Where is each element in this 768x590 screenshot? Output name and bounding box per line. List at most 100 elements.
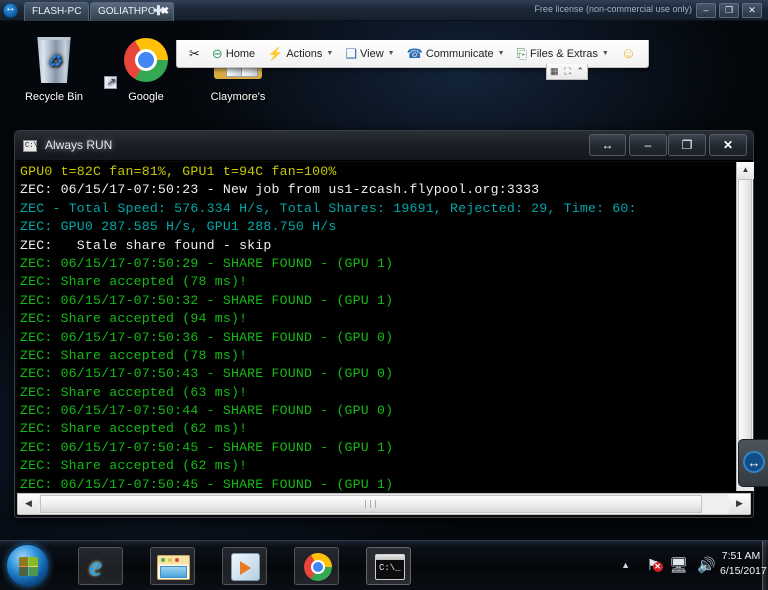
scroll-up-icon[interactable]: ▲ xyxy=(737,162,754,179)
tv-maximize-button[interactable]: ❐ xyxy=(719,3,739,18)
chevron-down-icon: ▼ xyxy=(387,50,395,57)
cmd-icon: C:\ xyxy=(23,140,38,152)
console-line: ZEC: 06/15/17-07:50:45 - SHARE FOUND - (… xyxy=(20,439,394,455)
console-line: ZEC: 06/15/17-07:50:36 - SHARE FOUND - (… xyxy=(20,329,394,345)
chevron-down-icon: ▼ xyxy=(601,50,609,57)
console-close-button[interactable]: ✕ xyxy=(709,134,747,156)
file-transfer-icon: ⎘ xyxy=(516,46,528,61)
display-icon[interactable]: 🖥 xyxy=(669,556,688,574)
screen-root: FLASH-PC GOLIATHPC ✖ ✚ Free license (non… xyxy=(0,0,768,590)
console-line: ZEC: 06/15/17-07:50:43 - SHARE FOUND - (… xyxy=(20,366,394,382)
console-line: ZEC: Share accepted (63 ms)! xyxy=(20,384,248,400)
tv-close-button[interactable]: ✕ xyxy=(742,3,762,18)
tv-communicate-menu[interactable]: ☎ Communicate ▼ xyxy=(401,42,511,66)
taskbar-command-prompt[interactable] xyxy=(366,547,411,585)
console-line: ZEC: 06/15/17-07:50:23 - New job from us… xyxy=(20,182,540,198)
tray-expand-icon[interactable]: ▲ xyxy=(621,560,630,570)
console-line: GPU0 t=82C fan=81%, GPU1 t=94C fan=100% xyxy=(20,164,337,179)
scroll-right-icon[interactable]: ▶ xyxy=(729,494,750,514)
tv-new-tab-icon[interactable]: ✚ xyxy=(153,3,164,19)
console-window-title: Always RUN xyxy=(45,138,113,152)
console-output-area[interactable]: GPU0 t=82C fan=81%, GPU1 t=94C fan=100% Z… xyxy=(17,162,751,491)
console-minimize-button[interactable]: – xyxy=(629,134,667,156)
tv-toolbar-label: View xyxy=(360,47,384,60)
console-resize-button[interactable]: ↔ xyxy=(589,134,626,156)
clock-time: 7:51 AM xyxy=(721,550,761,562)
volume-icon[interactable]: 🔊 xyxy=(697,556,716,574)
desktop-icon-label: Recycle Bin xyxy=(24,91,84,103)
internet-explorer-icon: e xyxy=(89,551,102,582)
tv-view-menu[interactable]: ❑ View ▼ xyxy=(339,42,400,66)
fit-screen-icon[interactable]: ⛶ xyxy=(564,66,570,77)
teamviewer-view-controls: ▦ ⛶ ⌃ xyxy=(546,64,588,80)
console-title-bar[interactable]: C:\ Always RUN ↔ – ❐ ✕ xyxy=(15,131,753,161)
teamviewer-arrows-icon: ↔ xyxy=(743,451,765,473)
console-line: ZEC: GPU0 287.585 H/s, GPU1 288.750 H/s xyxy=(20,219,337,235)
console-line: ZEC: 06/15/17-07:50:32 - SHARE FOUND - (… xyxy=(20,292,394,308)
media-player-icon xyxy=(231,553,260,581)
tv-close-connection-button[interactable]: ✂ xyxy=(183,42,206,66)
console-line: ZEC: 06/15/17-07:50:45 - SHARE FOUND - (… xyxy=(20,476,394,491)
console-window: C:\ Always RUN ↔ – ❐ ✕ GPU0 t=82C fan=81… xyxy=(14,130,754,518)
tv-toolbar-label: Communicate xyxy=(425,47,494,60)
remote-desktop: Recycle Bin ↗ Google Claymore's OC_GURU … xyxy=(0,21,768,540)
console-line: ZEC: 06/15/17-07:50:44 - SHARE FOUND - (… xyxy=(20,403,394,419)
tv-smiley-button[interactable]: ☺ xyxy=(615,42,642,66)
error-badge-icon: ✕ xyxy=(652,562,663,572)
tv-home-button[interactable]: ⊖ Home xyxy=(206,42,261,66)
shortcut-arrow-icon: ↗ xyxy=(104,76,117,89)
tv-toolbar-label: Files & Extras xyxy=(530,47,598,60)
tv-files-extras-menu[interactable]: ⎘ Files & Extras ▼ xyxy=(511,42,615,66)
horizontal-scroll-thumb[interactable]: ∣∣∣ xyxy=(40,495,702,513)
teamviewer-logo-icon xyxy=(3,1,18,18)
network-status-icon[interactable]: ⚑ ✕ xyxy=(647,556,663,574)
taskbar: e ▲ ⚑ ✕ 🖥 🔊 7:51 AM 6/15/2017 xyxy=(0,540,768,590)
console-line: ZEC: Share accepted (78 ms)! xyxy=(20,347,248,363)
desktop-icon-label: Google xyxy=(128,91,164,103)
console-text: GPU0 t=82C fan=81%, GPU1 t=94C fan=100% Z… xyxy=(20,163,733,491)
teamviewer-tab-strip: FLASH-PC GOLIATHPC ✖ ✚ Free license (non… xyxy=(0,0,768,21)
scroll-left-icon[interactable]: ◀ xyxy=(18,494,39,514)
home-circle-icon: ⊖ xyxy=(211,46,223,61)
teamviewer-side-panel-tab[interactable]: ↔ xyxy=(738,439,768,487)
desktop-icon-label: Claymore's xyxy=(210,91,266,103)
taskbar-windows-explorer[interactable] xyxy=(150,547,195,585)
phone-chat-icon: ☎ xyxy=(406,46,423,61)
scissors-lock-icon: ✂ xyxy=(189,46,200,61)
start-button[interactable] xyxy=(6,544,49,587)
console-line: ZEC: Share accepted (94 ms)! xyxy=(20,311,248,327)
console-line: ZEC: Share accepted (62 ms)! xyxy=(20,458,248,474)
collapse-icon[interactable]: ⌃ xyxy=(577,66,585,77)
chrome-icon xyxy=(304,553,332,581)
recycle-bin-icon xyxy=(8,33,100,91)
console-line: ZEC - Total Speed: 576.334 H/s, Total Sh… xyxy=(20,200,637,216)
console-line: ZEC: Share accepted (78 ms)! xyxy=(20,274,248,290)
taskbar-google-chrome[interactable] xyxy=(294,547,339,585)
tv-toolbar-label: Actions xyxy=(286,47,323,60)
console-horizontal-scrollbar[interactable]: ◀ ∣∣∣ ▶ xyxy=(17,493,751,515)
tv-minimize-button[interactable]: – xyxy=(696,3,716,18)
grid-icon[interactable]: ▦ xyxy=(550,66,559,77)
cmd-icon xyxy=(375,554,405,580)
tv-tab-label: GOLIATHPC xyxy=(98,6,156,17)
console-line: ZEC: 06/15/17-07:50:29 - SHARE FOUND - (… xyxy=(20,255,394,271)
tv-tab-flash-pc[interactable]: FLASH-PC xyxy=(24,2,90,21)
folder-explorer-icon xyxy=(157,555,190,580)
taskbar-internet-explorer[interactable]: e xyxy=(78,547,123,585)
console-maximize-button[interactable]: ❐ xyxy=(668,134,706,156)
tv-toolbar-label: Home xyxy=(225,47,256,60)
tv-tab-label: FLASH-PC xyxy=(32,6,82,17)
clock-date: 6/15/2017 xyxy=(720,565,767,577)
console-line: ZEC: Stale share found - skip xyxy=(20,237,272,253)
monitor-icon: ❑ xyxy=(345,46,358,61)
desktop-icon-recycle-bin[interactable]: Recycle Bin xyxy=(8,33,100,103)
tv-actions-menu[interactable]: ⚡ Actions ▼ xyxy=(261,42,339,66)
lightning-icon: ⚡ xyxy=(267,46,284,61)
show-desktop-button[interactable] xyxy=(762,541,768,590)
console-line: ZEC: Share accepted (62 ms)! xyxy=(20,421,248,437)
vertical-scroll-thumb[interactable] xyxy=(738,179,752,474)
chevron-down-icon: ▼ xyxy=(497,50,505,57)
taskbar-clock[interactable]: 7:51 AM 6/15/2017 xyxy=(720,549,767,579)
taskbar-media-player[interactable] xyxy=(222,547,267,585)
chevron-down-icon: ▼ xyxy=(326,50,334,57)
